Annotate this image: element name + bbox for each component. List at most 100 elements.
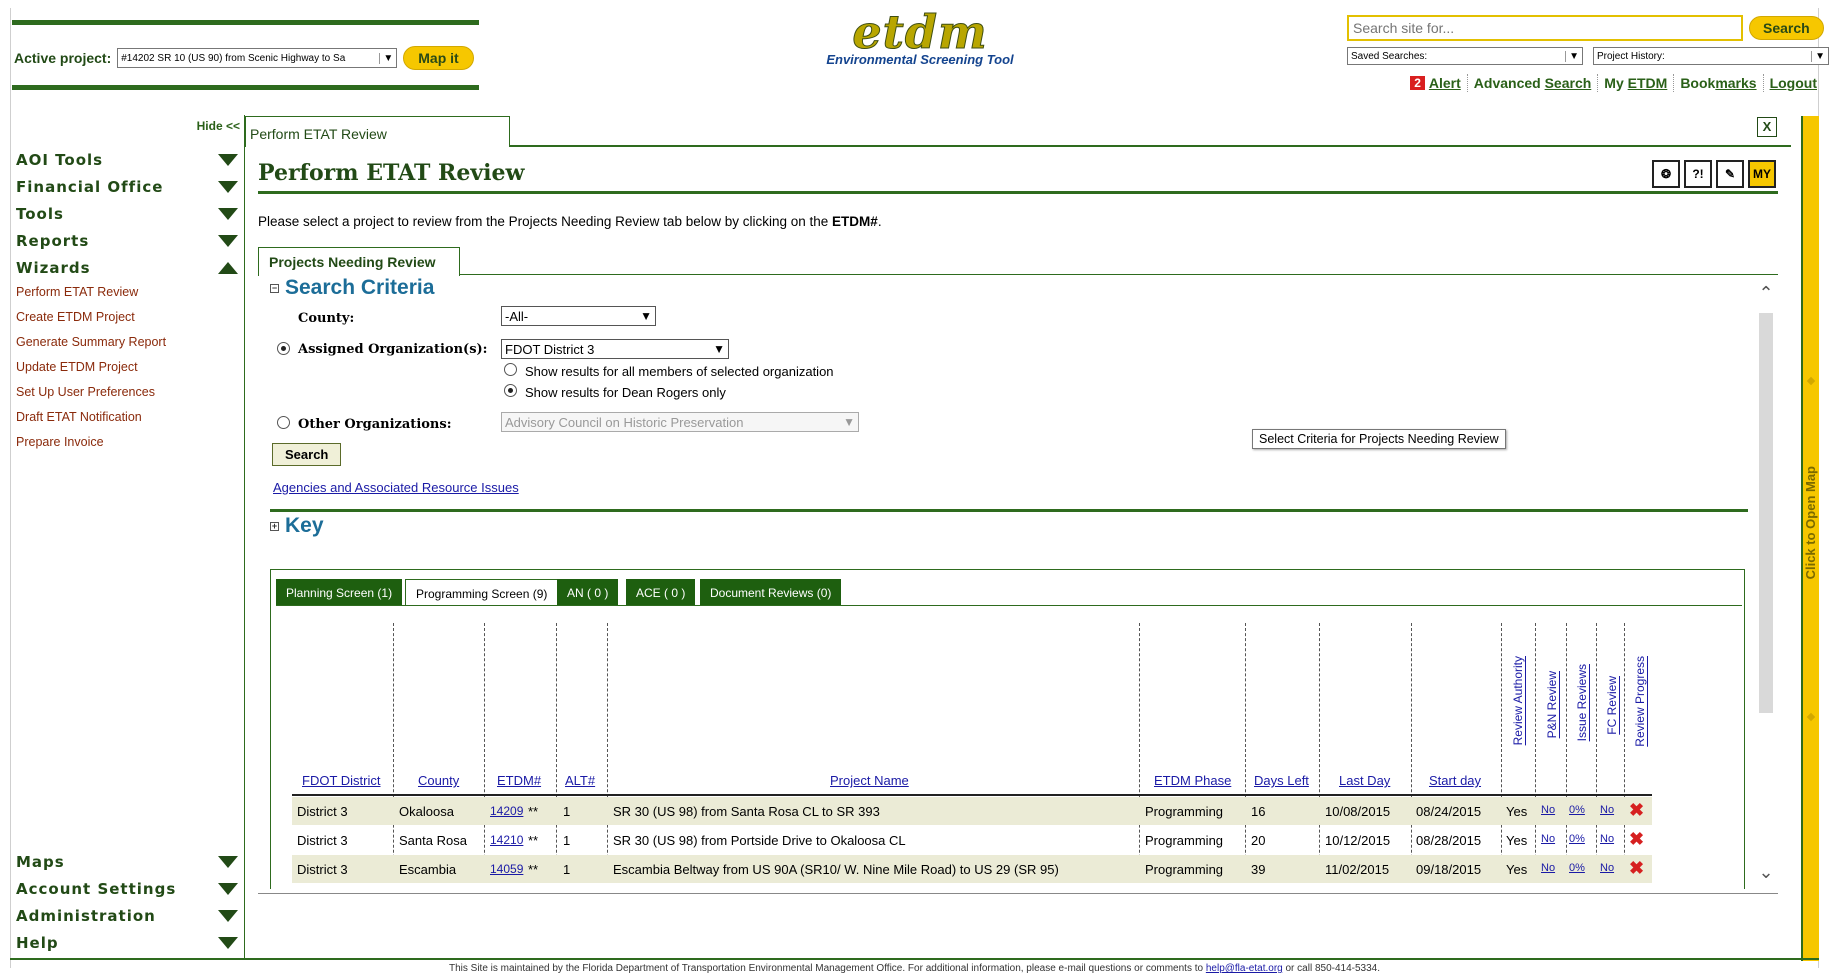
col-fc-review[interactable]: FC Review	[1605, 676, 1619, 735]
scroll-up-icon[interactable]: ⌃	[1757, 283, 1775, 304]
open-map-rail[interactable]: Click to Open Map	[1801, 116, 1819, 961]
col-issue-reviews[interactable]: Issue Reviews	[1575, 664, 1589, 741]
cell-fc-review-link[interactable]: No	[1600, 833, 1614, 845]
tab-programming-screen[interactable]: Programming Screen (9)	[405, 579, 559, 606]
content-scrollbar[interactable]: ⌃ ⌄	[1757, 283, 1775, 883]
chevron-down-icon: ▼	[843, 415, 855, 429]
sidebar-section-aoi-tools[interactable]: AOI Tools	[16, 151, 238, 169]
tab-an[interactable]: AN ( 0 )	[557, 579, 619, 606]
etdm-logo[interactable]: etdm Environmental Screening Tool	[820, 5, 1020, 68]
logo-main-text: etdm	[852, 5, 988, 59]
wizard-item-generate-summary-report[interactable]: Generate Summary Report	[16, 335, 166, 349]
col-project-name[interactable]: Project Name	[830, 773, 909, 788]
project-history-select[interactable]: Project History: ▼	[1593, 47, 1829, 65]
search-criteria-header[interactable]: − Search Criteria	[270, 276, 434, 300]
cell-issue-reviews-link[interactable]: 0%	[1569, 833, 1585, 845]
sidebar-section-financial-office[interactable]: Financial Office	[16, 178, 238, 196]
tab-perform-etat-review[interactable]: Perform ETAT Review	[245, 116, 510, 147]
notes-icon[interactable]: ✎	[1716, 160, 1744, 188]
search-criteria-button[interactable]: Search	[272, 443, 342, 466]
header-rule-top	[12, 20, 479, 25]
hide-sidebar-link[interactable]: Hide <<	[197, 119, 240, 133]
sidebar-section-maps[interactable]: Maps	[16, 853, 238, 871]
cell-fc-review-link[interactable]: No	[1600, 862, 1614, 874]
site-search-input[interactable]	[1347, 15, 1743, 41]
alert-link[interactable]: Alert	[1429, 75, 1461, 91]
tab-document-reviews[interactable]: Document Reviews (0)	[700, 579, 842, 606]
cell-fc-review-link[interactable]: No	[1600, 804, 1614, 816]
tab-ace[interactable]: ACE ( 0 )	[626, 579, 696, 606]
wizard-item-perform-etat-review[interactable]: Perform ETAT Review	[16, 285, 138, 299]
assigned-org-select[interactable]: FDOT District 3 ▼	[501, 339, 729, 359]
col-review-authority[interactable]: Review Authority	[1511, 656, 1525, 745]
cell-etdm-link[interactable]: 14059	[490, 862, 523, 876]
sidebar-section-wizards[interactable]: Wizards	[16, 259, 238, 277]
cell-issue-reviews-link[interactable]: 0%	[1569, 862, 1585, 874]
col-start-day[interactable]: Start day	[1429, 773, 1481, 788]
scrollbar-thumb[interactable]	[1759, 313, 1773, 713]
col-fdot-district[interactable]: FDOT District	[302, 773, 380, 788]
map-it-button[interactable]: Map it	[403, 46, 474, 70]
sidebar-section-account-settings[interactable]: Account Settings	[16, 880, 238, 898]
col-pn-review[interactable]: P&N Review	[1545, 671, 1559, 738]
tool-icons: ❂ ?! ✎ MY	[1652, 160, 1776, 188]
my-etdm-icon[interactable]: MY	[1748, 160, 1776, 188]
cell-pn-review-link[interactable]: No	[1541, 862, 1555, 874]
col-alt-number[interactable]: ALT#	[565, 773, 595, 788]
logout-link[interactable]: Logout	[1770, 75, 1817, 91]
assigned-org-radio[interactable]	[277, 342, 290, 355]
sidebar-section-label: Maps	[16, 853, 65, 871]
tab-projects-needing-review[interactable]: Projects Needing Review	[258, 247, 460, 276]
cell-issue-reviews-link[interactable]: 0%	[1569, 804, 1585, 816]
active-project-select[interactable]: #14202 SR 10 (US 90) from Scenic Highway…	[117, 48, 398, 68]
other-orgs-select[interactable]: Advisory Council on Historic Preservatio…	[501, 412, 859, 432]
assigned-org-value: FDOT District 3	[505, 341, 595, 357]
col-review-progress[interactable]: Review Progress	[1633, 656, 1647, 747]
cell-project-name: Escambia Beltway from US 90A (SR10/ W. N…	[613, 862, 1059, 877]
help-email-link[interactable]: help@fla-etat.org	[1206, 963, 1283, 974]
sidebar-section-label: Reports	[16, 232, 90, 250]
sidebar-section-reports[interactable]: Reports	[16, 232, 238, 250]
advanced-search-prefix: Advanced	[1473, 75, 1545, 91]
inner-tab-underline	[460, 274, 1778, 275]
key-header[interactable]: + Key	[270, 514, 324, 538]
county-select[interactable]: -All- ▼	[501, 306, 656, 326]
cell-pn-review-link[interactable]: No	[1541, 804, 1555, 816]
col-days-left[interactable]: Days Left	[1254, 773, 1309, 788]
saved-searches-select[interactable]: Saved Searches: ▼	[1347, 47, 1583, 65]
bookmarks-link[interactable]: Bookmarks	[1680, 75, 1756, 91]
show-all-members-radio[interactable]	[504, 363, 517, 376]
map-icon[interactable]: ❂	[1652, 160, 1680, 188]
rail-dot-icon	[1806, 712, 1816, 722]
wizard-item-draft-etat-notification[interactable]: Draft ETAT Notification	[16, 410, 142, 424]
my-etdm-link[interactable]: My ETDM	[1604, 75, 1667, 91]
logo-subtitle: Environmental Screening Tool	[826, 52, 1014, 67]
close-tab-button[interactable]: X	[1757, 117, 1777, 137]
wizard-item-update-etdm-project[interactable]: Update ETDM Project	[16, 360, 138, 374]
help-icon[interactable]: ?!	[1684, 160, 1712, 188]
wizard-item-set-up-user-preferences[interactable]: Set Up User Preferences	[16, 385, 155, 399]
agencies-resource-issues-link[interactable]: Agencies and Associated Resource Issues	[273, 480, 519, 495]
wizard-item-create-etdm-project[interactable]: Create ETDM Project	[16, 310, 135, 324]
cell-etdm-link[interactable]: 14210	[490, 833, 523, 847]
other-orgs-label: Other Organizations:	[298, 417, 452, 432]
show-user-only-radio[interactable]	[504, 384, 517, 397]
advanced-search-link[interactable]: Advanced Search	[1474, 75, 1592, 91]
cell-etdm-link[interactable]: 14209	[490, 804, 523, 818]
key-rule	[270, 509, 1748, 512]
wizard-item-prepare-invoice[interactable]: Prepare Invoice	[16, 435, 104, 449]
cell-phase: Programming	[1145, 804, 1224, 819]
col-etdm-number[interactable]: ETDM#	[497, 773, 541, 788]
expand-triangle-icon	[218, 154, 238, 166]
site-search-button[interactable]: Search	[1749, 16, 1824, 40]
sidebar-section-administration[interactable]: Administration	[16, 907, 238, 925]
col-last-day[interactable]: Last Day	[1339, 773, 1390, 788]
cell-pn-review-link[interactable]: No	[1541, 833, 1555, 845]
col-etdm-phase[interactable]: ETDM Phase	[1154, 773, 1231, 788]
other-orgs-radio[interactable]	[277, 416, 290, 429]
sidebar-section-tools[interactable]: Tools	[16, 205, 238, 223]
sidebar-section-help[interactable]: Help	[16, 934, 238, 952]
tab-planning-screen[interactable]: Planning Screen (1)	[276, 579, 403, 606]
col-county[interactable]: County	[418, 773, 459, 788]
scroll-down-icon[interactable]: ⌄	[1757, 862, 1775, 883]
